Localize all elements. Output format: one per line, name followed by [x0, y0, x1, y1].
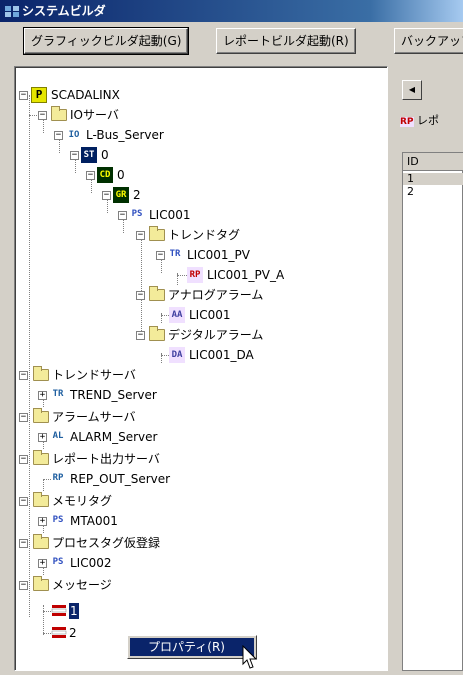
tree-item-alarm-server[interactable]: アラームサーバ — [52, 409, 136, 425]
graphic-builder-button[interactable]: グラフィックビルダ起動(G) — [22, 27, 190, 55]
card-icon: CD — [97, 167, 113, 183]
project-icon: P — [31, 87, 47, 103]
expander-lic001[interactable]: − — [118, 211, 127, 220]
report-builder-button[interactable]: レポートビルダ起動(R) — [216, 28, 356, 54]
folder-icon — [33, 450, 49, 465]
expander-lbus[interactable]: − — [54, 131, 63, 140]
properties-menu-item[interactable]: プロパティ(R) — [130, 638, 254, 656]
expander-memory-tag[interactable]: − — [19, 497, 28, 506]
report-badge-icon: RP — [400, 117, 414, 127]
tree-item-lic002[interactable]: LIC002 — [70, 555, 112, 571]
tree-item-report-server-item[interactable]: REP_OUT_Server — [70, 471, 170, 487]
tree-item-group-2[interactable]: 2 — [133, 187, 141, 203]
expander-digital-alarm[interactable]: − — [136, 331, 145, 340]
report-list[interactable]: ID 1 2 — [402, 152, 463, 671]
tree-item-lic001-pv[interactable]: LIC001_PV — [187, 247, 250, 263]
tree-item-process-tag[interactable]: プロセスタグ仮登録 — [52, 535, 160, 551]
trend-tag-icon: TR — [169, 249, 181, 259]
window-title: システムビルダ — [22, 4, 106, 18]
expander-gr[interactable]: − — [102, 191, 111, 200]
mouse-cursor-icon — [242, 645, 258, 669]
tree-item-digital-alarm[interactable]: デジタルアラーム — [168, 327, 263, 343]
tree-item-station-0[interactable]: 0 — [101, 147, 109, 163]
tree-item-lbus-server[interactable]: L-Bus_Server — [86, 127, 164, 143]
tree-item-trend-tag[interactable]: トレンドタグ — [168, 227, 240, 243]
tree-item-lic001[interactable]: LIC001 — [149, 207, 191, 223]
expander-report-server[interactable]: − — [19, 455, 28, 464]
expander-alarm-server-item[interactable]: + — [38, 433, 47, 442]
list-item[interactable]: 2 — [403, 186, 463, 198]
alarm-server-icon: AL — [52, 431, 64, 441]
process-tag-icon: PS — [52, 557, 64, 567]
tree-item-scadalinx[interactable]: SCADALINX — [51, 87, 120, 103]
expander-cd[interactable]: − — [86, 171, 95, 180]
tree-item-card-0[interactable]: 0 — [117, 167, 125, 183]
system-tree[interactable]: − P SCADALINX − IOサーバ − IO L-Bus_Server … — [14, 66, 388, 671]
folder-icon — [33, 492, 49, 507]
expander-lic002[interactable]: + — [38, 559, 47, 568]
expander-alarm-server[interactable]: − — [19, 413, 28, 422]
expander-st[interactable]: − — [70, 151, 79, 160]
expander-message[interactable]: − — [19, 581, 28, 590]
expander-root[interactable]: − — [19, 91, 28, 100]
expander-lic001-pv[interactable]: − — [156, 251, 165, 260]
expander-trend-server[interactable]: − — [19, 371, 28, 380]
expander-process-tag[interactable]: − — [19, 539, 28, 548]
analog-alarm-icon: AA — [169, 307, 185, 323]
tree-item-io-server[interactable]: IOサーバ — [70, 107, 119, 123]
report-tab[interactable]: RP レポ — [400, 112, 463, 130]
folder-icon — [149, 286, 165, 301]
tree-item-report-server[interactable]: レポート出力サーバ — [52, 451, 160, 467]
title-bar: システムビルダ — [0, 0, 463, 22]
backup-button[interactable]: バックアップ — [394, 28, 463, 54]
folder-icon — [33, 576, 49, 591]
trend-server-icon: TR — [52, 389, 64, 399]
tree-item-da-lic001[interactable]: LIC001_DA — [189, 347, 254, 363]
tree-item-trend-server[interactable]: トレンドサーバ — [52, 367, 136, 383]
list-item[interactable]: 1 — [403, 173, 463, 185]
toolbar: グラフィックビルダ起動(G) レポートビルダ起動(R) バックアップ — [0, 22, 463, 58]
scroll-left-button[interactable]: ◀ — [402, 80, 422, 100]
expander-trend-server-item[interactable]: + — [38, 391, 47, 400]
context-menu: プロパティ(R) — [127, 635, 257, 659]
folder-icon — [33, 534, 49, 549]
digital-alarm-icon: DA — [169, 347, 185, 363]
tree-item-trend-server-item[interactable]: TREND_Server — [70, 387, 157, 403]
tree-item-alarm-server-item[interactable]: ALARM_Server — [70, 429, 157, 445]
column-header-id[interactable]: ID — [403, 153, 463, 171]
folder-icon — [33, 408, 49, 423]
message-icon — [51, 625, 67, 641]
report-tab-label: レポ — [417, 114, 440, 127]
process-tag-icon: PS — [131, 209, 143, 219]
expander-analog-alarm[interactable]: − — [136, 291, 145, 300]
station-icon: ST — [81, 147, 97, 163]
folder-icon — [33, 366, 49, 381]
tree-item-memory-tag[interactable]: メモリタグ — [52, 493, 112, 509]
system-builder-icon — [5, 6, 19, 17]
tree-item-mta001[interactable]: MTA001 — [70, 513, 118, 529]
group-icon: GR — [113, 187, 129, 203]
expander-trend-tag[interactable]: − — [136, 231, 145, 240]
tree-item-analog-alarm[interactable]: アナログアラーム — [168, 287, 263, 303]
report-tag-icon: RP — [187, 267, 203, 283]
memory-tag-icon: PS — [52, 515, 64, 525]
tree-item-message[interactable]: メッセージ — [52, 577, 112, 593]
tree-item-message-1[interactable]: 1 — [69, 603, 79, 619]
folder-icon — [149, 326, 165, 341]
report-server-icon: RP — [52, 473, 64, 483]
tree-item-message-2[interactable]: 2 — [69, 625, 77, 641]
detail-pane: ◀ RP レポ ID 1 2 — [396, 66, 463, 671]
io-server-icon: IO — [68, 130, 80, 140]
folder-icon — [51, 106, 67, 121]
expander-mta001[interactable]: + — [38, 517, 47, 526]
message-icon — [51, 603, 67, 619]
folder-icon — [149, 226, 165, 241]
expander-io-server[interactable]: − — [38, 111, 47, 120]
tree-item-aa-lic001[interactable]: LIC001 — [189, 307, 231, 323]
tree-item-lic001-pv-a[interactable]: LIC001_PV_A — [207, 267, 284, 283]
